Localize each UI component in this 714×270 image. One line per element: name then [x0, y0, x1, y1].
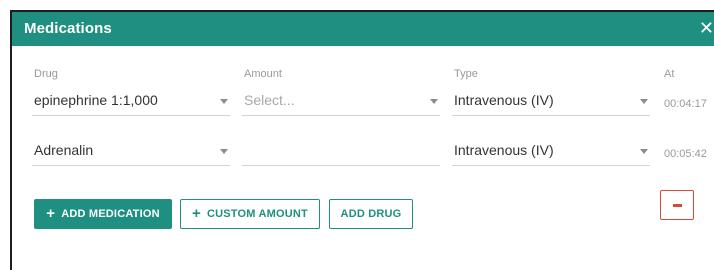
chevron-down-icon — [640, 149, 648, 154]
add-medication-button[interactable]: + ADD MEDICATION — [34, 199, 172, 229]
close-icon[interactable]: ✕ — [699, 18, 714, 38]
type-select[interactable]: Intravenous (IV) — [452, 140, 650, 166]
plus-icon: + — [46, 205, 56, 222]
drug-value: Adrenalin — [34, 142, 94, 158]
type-value: Intravenous (IV) — [454, 92, 554, 108]
custom-amount-label: CUSTOM AMOUNT — [206, 208, 308, 220]
administered-time: 00:04:17 — [664, 98, 707, 110]
drug-select[interactable]: epinephrine 1:1,000 — [32, 90, 230, 116]
plus-icon: + — [192, 205, 201, 222]
chevron-down-icon — [640, 99, 648, 104]
type-value: Intravenous (IV) — [454, 142, 554, 158]
drug-value: epinephrine 1:1,000 — [34, 92, 158, 108]
dialog-title: Medications — [24, 20, 112, 37]
column-at-label: At — [664, 68, 675, 80]
custom-amount-button[interactable]: + CUSTOM AMOUNT — [180, 199, 320, 229]
remove-medication-button[interactable] — [660, 190, 694, 220]
column-type-label: Type — [454, 68, 478, 80]
minus-icon — [673, 204, 682, 207]
amount-placeholder: Select... — [244, 92, 295, 108]
drug-select[interactable]: Adrenalin — [32, 140, 230, 166]
chevron-down-icon — [220, 149, 228, 154]
add-drug-label: ADD DRUG — [340, 208, 402, 220]
add-drug-button[interactable]: ADD DRUG — [329, 199, 413, 229]
amount-select[interactable]: Select... — [242, 90, 440, 116]
administered-time: 00:05:42 — [664, 148, 707, 160]
chevron-down-icon — [220, 99, 228, 104]
type-select[interactable]: Intravenous (IV) — [452, 90, 650, 116]
dialog-header: Medications ✕ — [12, 10, 714, 46]
chevron-down-icon — [430, 99, 438, 104]
amount-field[interactable] — [242, 140, 440, 166]
column-amount-label: Amount — [244, 68, 282, 80]
column-drug-label: Drug — [34, 68, 58, 80]
add-medication-label: ADD MEDICATION — [61, 208, 160, 220]
